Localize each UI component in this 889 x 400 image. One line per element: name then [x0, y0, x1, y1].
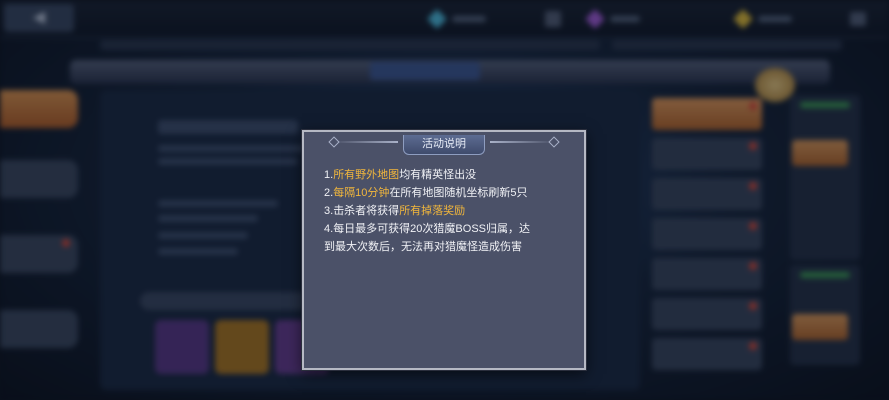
title-ornament-left — [334, 141, 398, 143]
rule-line-2: 2.每隔10分钟在所有地图随机坐标刷新5只 — [324, 187, 528, 199]
activity-description-dialog: 活动说明 1.所有野外地图均有精英怪出没 2.每隔10分钟在所有地图随机坐标刷新… — [302, 130, 586, 370]
dialog-title-text: 活动说明 — [422, 138, 466, 150]
dialog-title: 活动说明 — [403, 135, 485, 155]
rule-line-1: 1.所有野外地图均有精英怪出没 — [324, 169, 477, 181]
rule-line-3: 3.击杀者将获得所有掉落奖励 — [324, 205, 466, 217]
dialog-header: 活动说明 — [304, 132, 584, 158]
rule-line-4-continued: 到最大次数后，无法再对猎魔怪造成伤害 — [324, 241, 522, 253]
rule-line-4: 4.每日最多可获得20次猎魔BOSS归属，达 — [324, 223, 530, 235]
description-body: 1.所有野外地图均有精英怪出没 2.每隔10分钟在所有地图随机坐标刷新5只 3.… — [324, 166, 574, 256]
title-ornament-right — [490, 141, 554, 143]
